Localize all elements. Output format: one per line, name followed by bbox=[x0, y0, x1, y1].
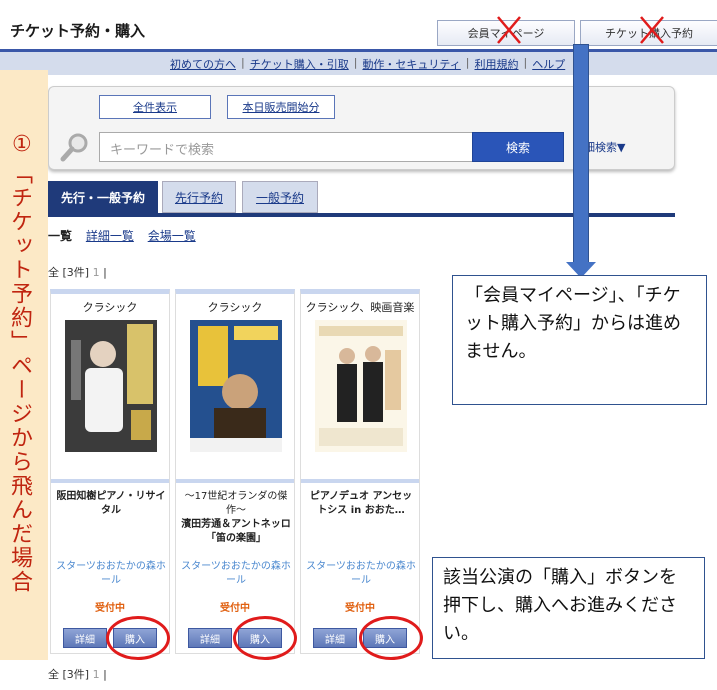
event-card: クラシック 〜17世紀オランダの傑作〜 濱田芳通＆アントネッロ「笛の楽園」 スタ… bbox=[175, 289, 295, 654]
detail-button[interactable]: 詳細 bbox=[313, 628, 357, 648]
subtab-detail-list[interactable]: 詳細一覧 bbox=[86, 229, 134, 243]
tab-ticket-reservation[interactable]: チケット購入予約 bbox=[580, 16, 717, 46]
tab-general[interactable]: 一般予約 bbox=[242, 181, 318, 213]
status-badge: 受付中 bbox=[220, 603, 250, 614]
show-all-button[interactable]: 全件表示 bbox=[99, 95, 211, 119]
tab-advance[interactable]: 先行予約 bbox=[162, 181, 236, 213]
search-button[interactable]: 検索 bbox=[472, 132, 564, 162]
search-icon bbox=[60, 133, 88, 162]
page-number[interactable]: 1 bbox=[93, 266, 100, 279]
status-badge: 受付中 bbox=[345, 603, 375, 614]
annotation-note-press-buy: 該当公演の「購入」ボタンを押下し、購入へお進みください。 bbox=[432, 557, 705, 659]
annotation-number: ① bbox=[12, 132, 32, 157]
today-sales-button[interactable]: 本日販売開始分 bbox=[227, 95, 335, 119]
annotation-vertical-text: 「チケット予約」ページから飛んだ場合 bbox=[7, 162, 32, 594]
subtab-list[interactable]: 一覧 bbox=[48, 229, 72, 243]
event-title[interactable]: ピアノデュオ アンセットシス in おおた… bbox=[305, 490, 417, 518]
event-poster-image[interactable] bbox=[190, 320, 282, 452]
highlight-circle bbox=[359, 616, 423, 660]
site-title: チケット予約・購入 bbox=[10, 22, 146, 40]
link-help[interactable]: ヘルプ bbox=[527, 56, 570, 72]
link-security[interactable]: 動作・セキュリティ bbox=[357, 56, 465, 72]
result-count: 全 [3件] 1 | bbox=[48, 264, 107, 280]
result-count-text: 全 [3件] bbox=[48, 668, 90, 681]
link-terms[interactable]: 利用規約 bbox=[470, 56, 524, 72]
highlight-circle bbox=[233, 616, 297, 660]
event-poster-image[interactable] bbox=[65, 320, 157, 452]
page-number[interactable]: 1 bbox=[93, 668, 100, 681]
keyword-search-input[interactable]: キーワードで検索 bbox=[99, 132, 473, 162]
cross-mark-icon bbox=[640, 16, 664, 44]
event-poster-image[interactable] bbox=[315, 320, 407, 452]
event-subtitle: 〜17世紀オランダの傑作〜 bbox=[184, 491, 288, 516]
link-purchase-pickup[interactable]: チケット購入・引取 bbox=[245, 56, 354, 72]
card-divider bbox=[51, 479, 169, 483]
annotation-note-cannot-proceed: 「会員マイページ」、「チケット購入予約」からは進めません。 bbox=[452, 275, 707, 405]
event-title-text: 阪田知樹ピアノ・リサイタル bbox=[56, 491, 166, 516]
event-venue[interactable]: スターツおおたかの森ホール bbox=[305, 560, 417, 588]
result-count-text: 全 [3件] bbox=[48, 266, 90, 279]
event-venue[interactable]: スターツおおたかの森ホール bbox=[55, 560, 167, 588]
view-subtabs: 一覧 詳細一覧 会場一覧 bbox=[48, 227, 196, 244]
detail-button[interactable]: 詳細 bbox=[188, 628, 232, 648]
result-count-bottom: 全 [3件] 1 | bbox=[48, 666, 107, 682]
count-separator: | bbox=[103, 266, 107, 279]
card-divider bbox=[176, 479, 294, 483]
event-genre: クラシック bbox=[82, 301, 138, 314]
event-card: クラシック 阪田知樹ピアノ・リサイタル スターツおおたかの森ホール 受付中 詳細… bbox=[50, 289, 170, 654]
tab-member-mypage[interactable]: 会員マイページ bbox=[437, 16, 575, 46]
subtab-venue-list[interactable]: 会場一覧 bbox=[148, 229, 196, 243]
arrow-down-icon bbox=[573, 44, 589, 266]
status-badge: 受付中 bbox=[95, 603, 125, 614]
utility-link-bar: 初めての方へ | チケット購入・引取 | 動作・セキュリティ | 利用規約 | ヘルプ bbox=[0, 49, 717, 75]
event-title-text: ピアノデュオ アンセットシス in おおた… bbox=[309, 491, 413, 516]
event-title[interactable]: 〜17世紀オランダの傑作〜 濱田芳通＆アントネッロ「笛の楽園」 bbox=[180, 490, 292, 546]
event-genre: クラシック bbox=[207, 301, 263, 314]
site-header: チケット予約・購入 会員マイページ チケット購入予約 bbox=[0, 0, 717, 52]
event-venue[interactable]: スターツおおたかの森ホール bbox=[180, 560, 292, 588]
tab-advance-general[interactable]: 先行・一般予約 bbox=[48, 181, 158, 213]
cross-mark-icon bbox=[497, 16, 521, 44]
event-genre: クラシック、映画音楽 bbox=[305, 301, 415, 314]
event-title-text: 濱田芳通＆アントネッロ「笛の楽園」 bbox=[181, 519, 291, 544]
link-first-time[interactable]: 初めての方へ bbox=[165, 56, 241, 72]
detail-button[interactable]: 詳細 bbox=[63, 628, 107, 648]
card-divider bbox=[301, 479, 419, 483]
event-card: クラシック、映画音楽 ピアノデュオ アンセットシス in おおた… スターツおお… bbox=[300, 289, 420, 654]
highlight-circle bbox=[106, 616, 170, 660]
annotation-sidebar: ① 「チケット予約」ページから飛んだ場合 bbox=[0, 70, 48, 660]
event-title[interactable]: 阪田知樹ピアノ・リサイタル bbox=[55, 490, 167, 518]
count-separator: | bbox=[103, 668, 107, 681]
